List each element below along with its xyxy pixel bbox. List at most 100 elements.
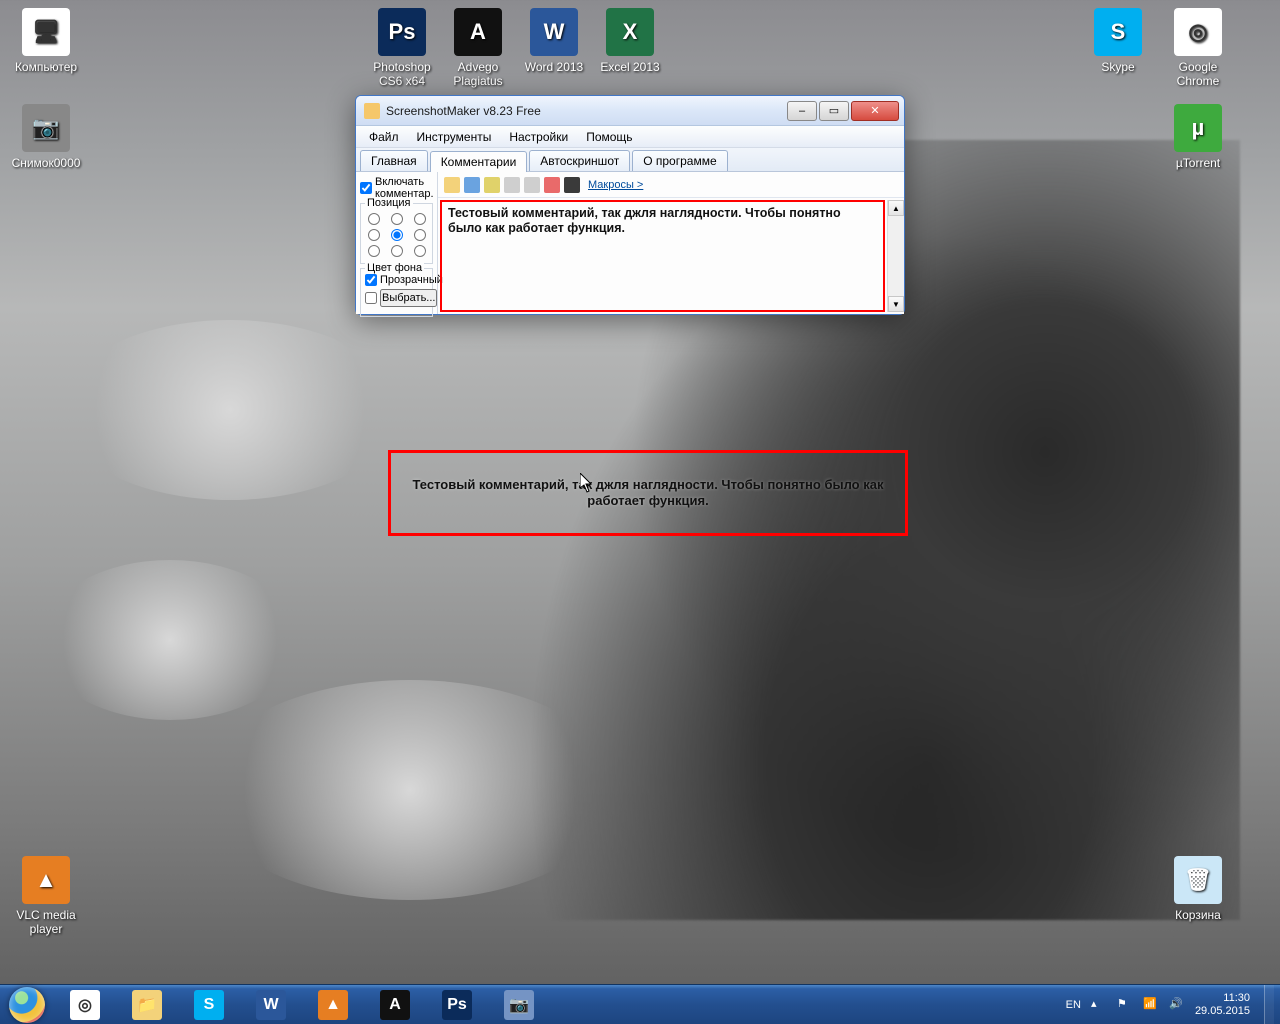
include-comment-input[interactable]: [360, 182, 372, 194]
system-tray: EN ▴ ⚑ 📶 🔊 11:30 29.05.2015: [1066, 985, 1280, 1024]
app-icon: X: [606, 8, 654, 56]
app-icon: A: [454, 8, 502, 56]
position-fieldset: Позиция: [360, 203, 433, 264]
pos-br[interactable]: [414, 245, 426, 257]
desktop-icon-корзина[interactable]: 🗑 Корзина: [1160, 856, 1236, 922]
comment-editor-highlight: Тестовый комментарий, так джля нагляднос…: [440, 200, 885, 312]
desktop-icon-vlc-media-player[interactable]: ▲VLC media player: [8, 856, 84, 936]
transparent-input[interactable]: [365, 274, 377, 286]
taskbar-explorer[interactable]: 📁: [117, 986, 177, 1024]
start-button[interactable]: [0, 985, 54, 1024]
taskbar-skype[interactable]: S: [179, 986, 239, 1024]
menu-settings[interactable]: Настройки: [500, 130, 577, 144]
select-color-button[interactable]: Выбрать...: [380, 289, 437, 307]
bgcolor-legend: Цвет фона: [365, 262, 424, 274]
pos-mr[interactable]: [414, 229, 426, 241]
menu-tools[interactable]: Инструменты: [408, 130, 501, 144]
scroll-down-icon[interactable]: ▼: [888, 296, 904, 312]
window-title: ScreenshotMaker v8.23 Free: [386, 104, 787, 118]
clock-date: 29.05.2015: [1195, 1005, 1250, 1018]
taskbar: ◎📁SW ▲ APs📷 EN ▴ ⚑ 📶 🔊 11:30 29.05.2015: [0, 984, 1280, 1024]
desktop-icon-google-chrome[interactable]: ◎Google Chrome: [1160, 8, 1236, 88]
cut-icon[interactable]: [544, 177, 560, 193]
icon-label: Компьютер: [8, 60, 84, 74]
app-icon: 📷: [22, 104, 70, 152]
app-icon: Ps: [378, 8, 426, 56]
icon-label: µTorrent: [1160, 156, 1236, 170]
copy-icon[interactable]: [504, 177, 520, 193]
tray-up-icon[interactable]: ▴: [1091, 997, 1107, 1013]
maximize-button[interactable]: ▭: [819, 101, 849, 121]
taskbar-chrome[interactable]: ◎: [55, 986, 115, 1024]
tab-comments[interactable]: Комментарии: [430, 151, 528, 172]
network-icon[interactable]: 📶: [1143, 997, 1159, 1013]
folder-icon[interactable]: [484, 177, 500, 193]
tray-lang[interactable]: EN: [1066, 999, 1081, 1011]
app-icon: 🗑: [1174, 856, 1222, 904]
pos-bl[interactable]: [368, 245, 380, 257]
app-icon: 🖥: [22, 8, 70, 56]
comment-editor[interactable]: Тестовый комментарий, так джля нагляднос…: [448, 206, 877, 236]
icon-label: Advego Plagiatus: [440, 60, 516, 88]
desktop-icon-снимок0000[interactable]: 📷 Снимок0000: [8, 104, 84, 170]
open-icon[interactable]: [444, 177, 460, 193]
transparent-checkbox[interactable]: Прозрачный: [365, 274, 428, 286]
volume-icon[interactable]: 🔊: [1169, 997, 1185, 1013]
desktop-icon-word-2013[interactable]: WWord 2013: [516, 8, 592, 74]
tab-autoscreenshot[interactable]: Автоскриншот: [529, 150, 630, 171]
macros-link[interactable]: Макросы >: [588, 179, 643, 191]
titlebar[interactable]: ScreenshotMaker v8.23 Free – ▭ ✕: [356, 96, 904, 126]
app-icon: S: [1094, 8, 1142, 56]
font-icon[interactable]: [564, 177, 580, 193]
minimize-button[interactable]: –: [787, 101, 817, 121]
icon-label: Корзина: [1160, 908, 1236, 922]
comment-overlay: Тестовый комментарий, так джля нагляднос…: [388, 450, 908, 536]
editor-scrollbar[interactable]: ▲ ▼: [887, 200, 904, 312]
desktop-icon-excel-2013[interactable]: XExcel 2013: [592, 8, 668, 74]
icon-label: Skype: [1080, 60, 1156, 74]
desktop-icon--torrent[interactable]: µ µTorrent: [1160, 104, 1236, 170]
tab-main[interactable]: Главная: [360, 150, 428, 171]
taskbar-screenshotmaker[interactable]: 📷: [489, 986, 549, 1024]
icon-label: Снимок0000: [8, 156, 84, 170]
pos-tl[interactable]: [368, 213, 380, 225]
show-desktop-button[interactable]: [1264, 985, 1274, 1024]
save-icon[interactable]: [464, 177, 480, 193]
action-center-icon[interactable]: ⚑: [1117, 997, 1133, 1013]
scroll-up-icon[interactable]: ▲: [888, 200, 904, 216]
position-grid: [365, 213, 428, 257]
app-icon: W: [530, 8, 578, 56]
icon-label: Google Chrome: [1160, 60, 1236, 88]
comment-overlay-text: Тестовый комментарий, так джля нагляднос…: [391, 477, 905, 509]
app-icon: [364, 103, 380, 119]
menu-help[interactable]: Помощь: [577, 130, 641, 144]
taskbar-vlc[interactable]: ▲: [303, 986, 363, 1024]
select-color-input[interactable]: [365, 292, 377, 304]
position-legend: Позиция: [365, 197, 413, 209]
tab-about[interactable]: О программе: [632, 150, 727, 171]
desktop-icon-skype[interactable]: S Skype: [1080, 8, 1156, 74]
mouse-cursor-icon: [580, 473, 594, 493]
pos-tr[interactable]: [414, 213, 426, 225]
windows-orb-icon: [9, 987, 45, 1023]
desktop-icon-photoshop-cs6-x64[interactable]: PsPhotoshop CS6 x64: [364, 8, 440, 88]
paste-icon[interactable]: [524, 177, 540, 193]
close-button[interactable]: ✕: [851, 101, 899, 121]
comment-toolbar: Макросы >: [438, 172, 904, 198]
icon-label: VLC media player: [8, 908, 84, 936]
pos-ml[interactable]: [368, 229, 380, 241]
app-icon: µ: [1174, 104, 1222, 152]
menu-file[interactable]: Файл: [360, 130, 408, 144]
pos-bc[interactable]: [391, 245, 403, 257]
desktop-icon-компьютер[interactable]: 🖥 Компьютер: [8, 8, 84, 74]
clock[interactable]: 11:30 29.05.2015: [1195, 992, 1254, 1018]
vlc-icon: ▲: [318, 990, 348, 1020]
taskbar-advego[interactable]: A: [365, 986, 425, 1024]
menubar: Файл Инструменты Настройки Помощь: [356, 126, 904, 148]
taskbar-word[interactable]: W: [241, 986, 301, 1024]
pos-mc[interactable]: [391, 229, 403, 241]
taskbar-photoshop[interactable]: Ps: [427, 986, 487, 1024]
pos-tc[interactable]: [391, 213, 403, 225]
desktop-icon-advego-plagiatus[interactable]: A Advego Plagiatus: [440, 8, 516, 88]
select-color-line[interactable]: Выбрать...: [365, 289, 428, 307]
